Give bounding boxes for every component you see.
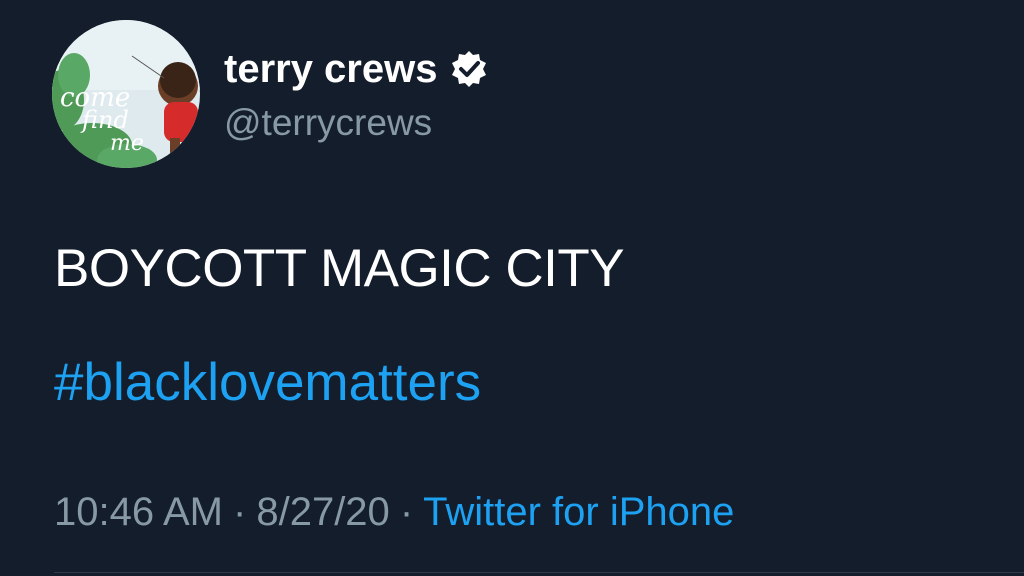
hashtag-link[interactable]: #blacklovematters <box>54 352 481 413</box>
avatar-title-line-2: find <box>80 106 129 134</box>
display-name-row: terry crews <box>224 44 489 94</box>
meta-separator-1: · <box>233 490 247 534</box>
tweet-date[interactable]: 8/27/20 <box>256 490 389 535</box>
author-info: terry crews @terrycrews <box>224 44 489 144</box>
tweet-text: BOYCOTT MAGIC CITY <box>54 239 625 298</box>
avatar-title-line-3: me <box>110 131 144 156</box>
avatar-image: come find me <box>52 20 200 168</box>
display-name[interactable]: terry crews <box>224 47 437 92</box>
tweet-source-link[interactable]: Twitter for iPhone <box>423 490 734 535</box>
avatar[interactable]: come find me <box>52 20 200 168</box>
meta-separator-2: · <box>399 490 414 534</box>
user-handle[interactable]: @terrycrews <box>224 102 489 144</box>
tweet-card: come find me terry crews @terrycrews BOY… <box>0 0 1024 576</box>
tweet-time[interactable]: 10:46 AM <box>54 490 223 535</box>
verified-badge-icon <box>449 49 489 89</box>
tweet-metadata: 10:46 AM · 8/27/20 · Twitter for iPhone <box>54 490 734 535</box>
divider <box>54 572 1024 573</box>
